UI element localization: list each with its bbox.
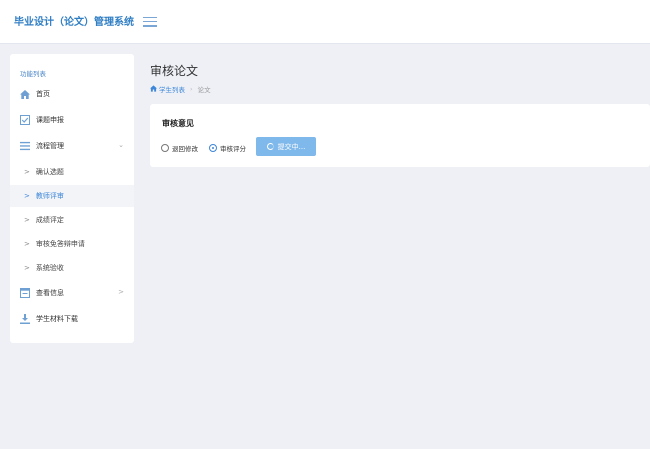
chevron-down-icon: ⌄ [118, 141, 124, 149]
chevron-right-icon: > [24, 264, 30, 272]
radio-review-score[interactable]: 审核评分 [209, 143, 246, 153]
home-icon [20, 89, 30, 99]
hamburger-icon[interactable] [143, 14, 157, 28]
chevron-right-icon: > [24, 216, 30, 224]
checkbox-icon [20, 115, 30, 125]
radio-label: 审核评分 [220, 145, 246, 153]
chevron-right-icon: > [24, 168, 30, 176]
page-title: 审核论文 [150, 64, 199, 78]
breadcrumb-link-student-list[interactable]: 学生列表 [159, 84, 185, 94]
sidebar-item-label: 查看信息 [36, 289, 64, 297]
radio-label: 退回修改 [172, 145, 198, 153]
sidebar-item-home[interactable]: 首页 [10, 83, 134, 105]
sidebar-subitem-label: 审核免答辩申请 [35, 240, 85, 248]
sidebar-item-topic-declare[interactable]: 课题申报 [10, 109, 134, 131]
sidebar-subitem-teacher-review[interactable]: > 教师评审 [10, 185, 134, 207]
sidebar-item-view-info[interactable]: 查看信息 > [10, 282, 134, 304]
sidebar-item-label: 流程管理 [36, 142, 64, 150]
sidebar-item-process[interactable]: 流程管理 ⌄ [10, 135, 134, 157]
calendar-icon [20, 288, 30, 298]
breadcrumb-home-icon [150, 84, 157, 94]
sidebar-item-label: 课题申报 [36, 116, 64, 124]
sidebar-subitem-label: 成绩评定 [35, 216, 64, 224]
top-bar: 毕业设计（论文）管理系统 [0, 0, 650, 44]
chevron-right-icon: > [24, 192, 30, 200]
breadcrumb-separator: › [190, 85, 193, 93]
sidebar: 功能列表 首页 课题申报 流程管理 ⌄ > 确认选题 > 教师评审 > 成绩评定… [10, 54, 134, 343]
chevron-right-icon: > [24, 240, 30, 248]
sidebar-subitem-label: 系统验收 [35, 264, 64, 272]
breadcrumb-current: 论文 [197, 86, 211, 94]
loading-spinner-icon [266, 143, 274, 150]
app-title: 毕业设计（论文）管理系统 [14, 17, 134, 28]
sidebar-item-label: 首页 [36, 90, 50, 98]
sidebar-item-label: 学生材料下载 [36, 315, 78, 323]
review-card: 审核意见 退回修改 审核评分 提交中... [150, 104, 650, 167]
sidebar-subitem-confirm-topic[interactable]: > 确认选题 [10, 161, 134, 183]
sidebar-subitem-defense-exempt[interactable]: > 审核免答辩申请 [10, 233, 134, 255]
sidebar-subitem-acceptance[interactable]: > 系统验收 [10, 257, 134, 279]
sidebar-subitem-label: 确认选题 [35, 168, 64, 176]
submit-button-label: 提交中... [277, 142, 306, 151]
radio-checked-icon [209, 144, 217, 152]
radio-unchecked-icon [161, 144, 169, 152]
card-title: 审核意见 [162, 119, 194, 128]
sidebar-subitem-label: 教师评审 [35, 192, 64, 200]
download-icon [20, 314, 30, 324]
radio-return-modify[interactable]: 退回修改 [161, 143, 198, 153]
breadcrumb: 学生列表 › 论文 [150, 84, 211, 94]
submit-button[interactable]: 提交中... [256, 137, 316, 156]
chevron-right-icon: > [118, 288, 124, 296]
list-icon [20, 141, 30, 151]
sidebar-item-download[interactable]: 学生材料下载 [10, 308, 134, 330]
sidebar-heading: 功能列表 [20, 70, 46, 78]
sidebar-subitem-grade[interactable]: > 成绩评定 [10, 209, 134, 231]
